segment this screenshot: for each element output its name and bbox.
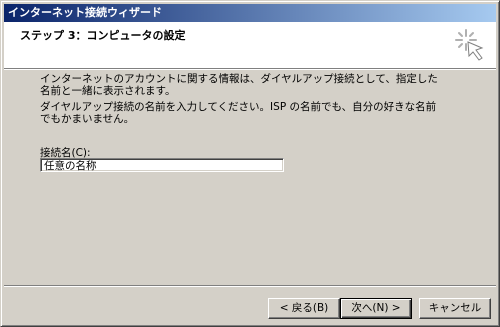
info-paragraph: インターネットのアカウントに関する情報は、ダイヤルアップ接続として、指定した名前… [40,73,438,97]
next-button[interactable]: 次へ(N) > [340,298,412,319]
wizard-content: インターネットのアカウントに関する情報は、ダイヤルアップ接続として、指定した名前… [4,69,496,284]
wizard-window: インターネット接続ウィザード ステップ 3：コンピュータの設定 インターネットの… [0,0,500,327]
button-divider [4,285,496,287]
window-title: インターネット接続ウィザード [8,6,162,19]
connection-name-input[interactable] [40,158,284,172]
step-title: ステップ 3：コンピュータの設定 [20,29,186,42]
title-bar[interactable]: インターネット接続ウィザード [4,4,496,22]
back-button[interactable]: < 戻る(B) [268,298,340,319]
cancel-button[interactable]: キャンセル [419,298,491,319]
instruction-paragraph: ダイヤルアップ接続の名前を入力してください。ISP の名前でも、自分の好きな名前… [40,101,437,125]
wizard-header: ステップ 3：コンピュータの設定 [4,22,496,69]
wizard-sparkle-icon [455,29,484,61]
